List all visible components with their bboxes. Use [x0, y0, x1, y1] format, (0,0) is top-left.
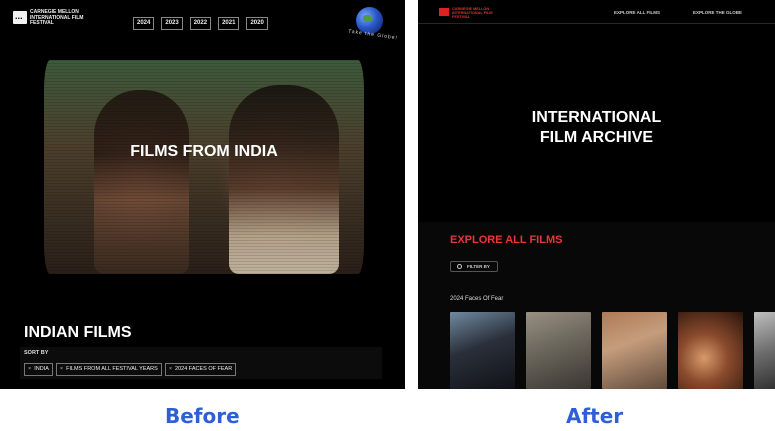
nav-explore-globe[interactable]: EXPLORE THE GLOBE — [693, 10, 742, 15]
filter-chips: × INDIA × FILMS FROM ALL FESTIVAL YEARS … — [24, 363, 237, 376]
explore-heading: EXPLORE ALL FILMS — [450, 234, 563, 246]
before-screenshot: CARNEGIE MELLON INTERNATIONAL FILM FESTI… — [0, 0, 405, 389]
year-tab-2023[interactable]: 2023 — [161, 17, 183, 30]
year-tab-2021[interactable]: 2021 — [218, 17, 240, 30]
sort-label: SORT BY — [24, 350, 49, 356]
film-poster[interactable] — [602, 312, 667, 389]
year-tab-2022[interactable]: 2022 — [189, 17, 212, 30]
poster-row — [450, 312, 775, 389]
explore-section: EXPLORE ALL FILMS FILTER BY 2024 Faces O… — [418, 222, 775, 389]
top-bar: CARNEGIE MELLON INTERNATIONAL FILM FESTI… — [418, 0, 775, 24]
year-tab-2024[interactable]: 2024 — [133, 17, 155, 30]
search-icon — [457, 264, 462, 269]
close-icon[interactable]: × — [169, 366, 172, 373]
hero-figure-right — [229, 85, 339, 274]
film-poster[interactable] — [754, 312, 775, 389]
row-title: 2024 Faces Of Fear — [450, 296, 504, 302]
chip-all-years[interactable]: × FILMS FROM ALL FESTIVAL YEARS — [55, 363, 162, 376]
hero-title-line-1: INTERNATIONAL — [531, 109, 662, 126]
year-tab-2020[interactable]: 2020 — [246, 17, 268, 30]
film-poster[interactable] — [450, 312, 515, 389]
filter-button[interactable]: FILTER BY — [450, 261, 498, 272]
sort-panel: SORT BY × INDIA × FILMS FROM ALL FESTIVA… — [20, 347, 382, 379]
close-icon[interactable]: × — [28, 366, 31, 373]
chip-faces-of-fear[interactable]: × 2024 FACES OF FEAR — [164, 363, 237, 376]
close-icon[interactable]: × — [60, 366, 63, 373]
chip-label: FILMS FROM ALL FESTIVAL YEARS — [66, 366, 158, 372]
film-poster[interactable] — [678, 312, 743, 389]
festival-logo-icon[interactable] — [439, 8, 449, 16]
hero-image: FILMS FROM INDIA — [44, 60, 364, 274]
chip-india[interactable]: × INDIA — [24, 363, 53, 376]
after-screenshot: CARNEGIE MELLON INTERNATIONAL FILM FESTI… — [418, 0, 775, 389]
year-tabs: 2024 2023 2022 2021 2020 — [133, 17, 268, 30]
hero-title: INTERNATIONAL FILM ARCHIVE — [418, 108, 775, 148]
festival-logo-text[interactable]: CARNEGIE MELLON INTERNATIONAL FILM FESTI… — [452, 7, 502, 19]
filter-label: FILTER BY — [467, 264, 490, 269]
before-caption: Before — [165, 404, 240, 428]
hero-figure-left — [94, 90, 189, 274]
chip-label: INDIA — [34, 366, 49, 372]
page-heading: INDIAN FILMS — [24, 324, 132, 341]
hero-title: FILMS FROM INDIA — [130, 143, 278, 160]
after-caption: After — [566, 404, 624, 428]
film-poster[interactable] — [526, 312, 591, 389]
nav-explore-all-films[interactable]: EXPLORE ALL FILMS — [614, 10, 660, 15]
hero-title-line-2: FILM ARCHIVE — [539, 129, 654, 146]
festival-logo-icon[interactable] — [13, 11, 27, 24]
festival-logo-text[interactable]: CARNEGIE MELLON INTERNATIONAL FILM FESTI… — [30, 9, 90, 27]
chip-label: 2024 FACES OF FEAR — [175, 366, 233, 372]
